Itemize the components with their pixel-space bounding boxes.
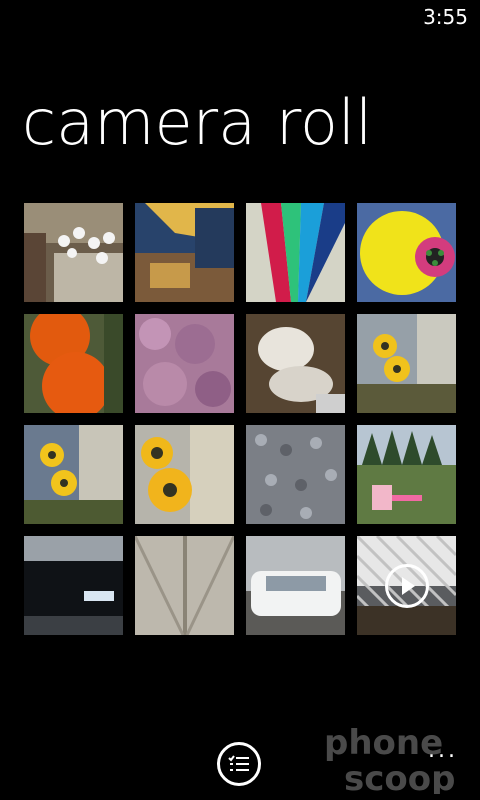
photo-tile-gravel-stones[interactable]: [246, 425, 345, 524]
photo-tile-cafe-painting[interactable]: [135, 203, 234, 302]
photo-tile-flowers-basket[interactable]: [24, 203, 123, 302]
photo-tile-kite-sail[interactable]: [246, 203, 345, 302]
photo-tile-sunflowers-closeup[interactable]: [135, 425, 234, 524]
photo-tile-backyard-playset[interactable]: [357, 425, 456, 524]
play-icon: [385, 564, 429, 608]
photo-tile-statue-garden[interactable]: [246, 314, 345, 413]
photo-tile-yellow-toy[interactable]: [357, 203, 456, 302]
photo-tile-black-car[interactable]: [24, 536, 123, 635]
status-bar: 3:55: [0, 0, 480, 32]
photo-tile-yellow-flowers-wall[interactable]: [24, 425, 123, 524]
photo-tile-barn-doors[interactable]: [135, 536, 234, 635]
photo-grid: [24, 203, 456, 635]
watermark-line2: scoop: [344, 759, 455, 794]
photo-tile-pumpkins[interactable]: [24, 314, 123, 413]
select-list-button[interactable]: [217, 742, 261, 786]
photo-tile-video-lattice[interactable]: [357, 536, 456, 635]
watermark: phone scoop: [324, 723, 455, 794]
photo-tile-black-eyed-susans[interactable]: [357, 314, 456, 413]
photo-tile-white-car[interactable]: [246, 536, 345, 635]
clock: 3:55: [423, 5, 468, 29]
checklist-icon: [228, 755, 249, 771]
watermark-line1: phone: [324, 723, 443, 763]
photo-tile-heather-flowers[interactable]: [135, 314, 234, 413]
page-title: camera roll: [22, 86, 373, 159]
